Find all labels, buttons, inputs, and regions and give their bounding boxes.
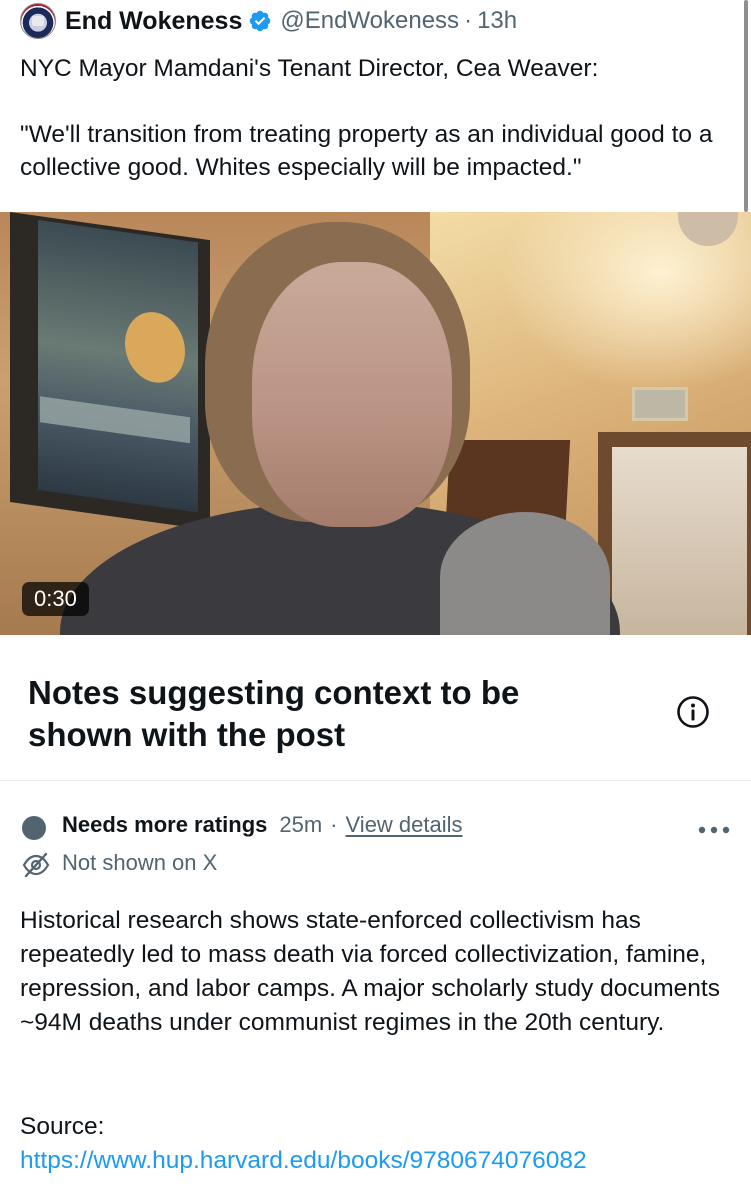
note-body: Historical research shows state-enforced…	[20, 907, 720, 1036]
eye-off-icon	[22, 852, 50, 878]
display-name[interactable]: End Wokeness	[65, 7, 242, 36]
video-duration: 0:30	[22, 582, 89, 616]
post-header: End Wokeness @EndWokeness · 13h	[20, 3, 517, 39]
post-text: NYC Mayor Mamdani's Tenant Director, Cea…	[20, 52, 720, 184]
note-visibility: Not shown on X	[62, 850, 218, 875]
handle[interactable]: @EndWokeness	[280, 7, 459, 35]
avatar[interactable]	[20, 3, 56, 39]
post-quote: "We'll transition from treating property…	[20, 121, 713, 181]
info-circle-icon[interactable]	[676, 695, 710, 729]
post-text-line: NYC Mayor Mamdani's Tenant Director, Cea…	[20, 55, 599, 82]
source-link[interactable]: https://www.hup.harvard.edu/books/978067…	[20, 1144, 587, 1178]
person-face	[252, 262, 452, 527]
note-card: Needs more ratings 25m · View details No…	[0, 800, 751, 1200]
notes-section: Notes suggesting context to be shown wit…	[0, 635, 751, 785]
note-meta: Needs more ratings 25m · View details	[62, 812, 463, 838]
more-options-icon[interactable]	[697, 826, 731, 834]
wall-poster	[10, 212, 210, 531]
divider	[0, 780, 751, 781]
note-status: Needs more ratings	[62, 812, 268, 837]
header-separator: ·	[464, 7, 473, 34]
notes-title: Notes suggesting context to be shown wit…	[28, 674, 520, 753]
source-label: Source:	[20, 1113, 105, 1140]
note-time: 25m	[279, 812, 323, 837]
post-time[interactable]: 13h	[477, 7, 517, 35]
video-player[interactable]: 0:30	[0, 212, 751, 635]
meta-separator: ·	[330, 812, 338, 837]
view-details-link[interactable]: View details	[346, 812, 463, 838]
wall-picture	[632, 387, 688, 421]
hallway	[612, 447, 747, 635]
status-dot-icon	[22, 816, 46, 840]
verified-badge-icon	[250, 10, 271, 32]
scrollbar[interactable]	[744, 0, 748, 212]
